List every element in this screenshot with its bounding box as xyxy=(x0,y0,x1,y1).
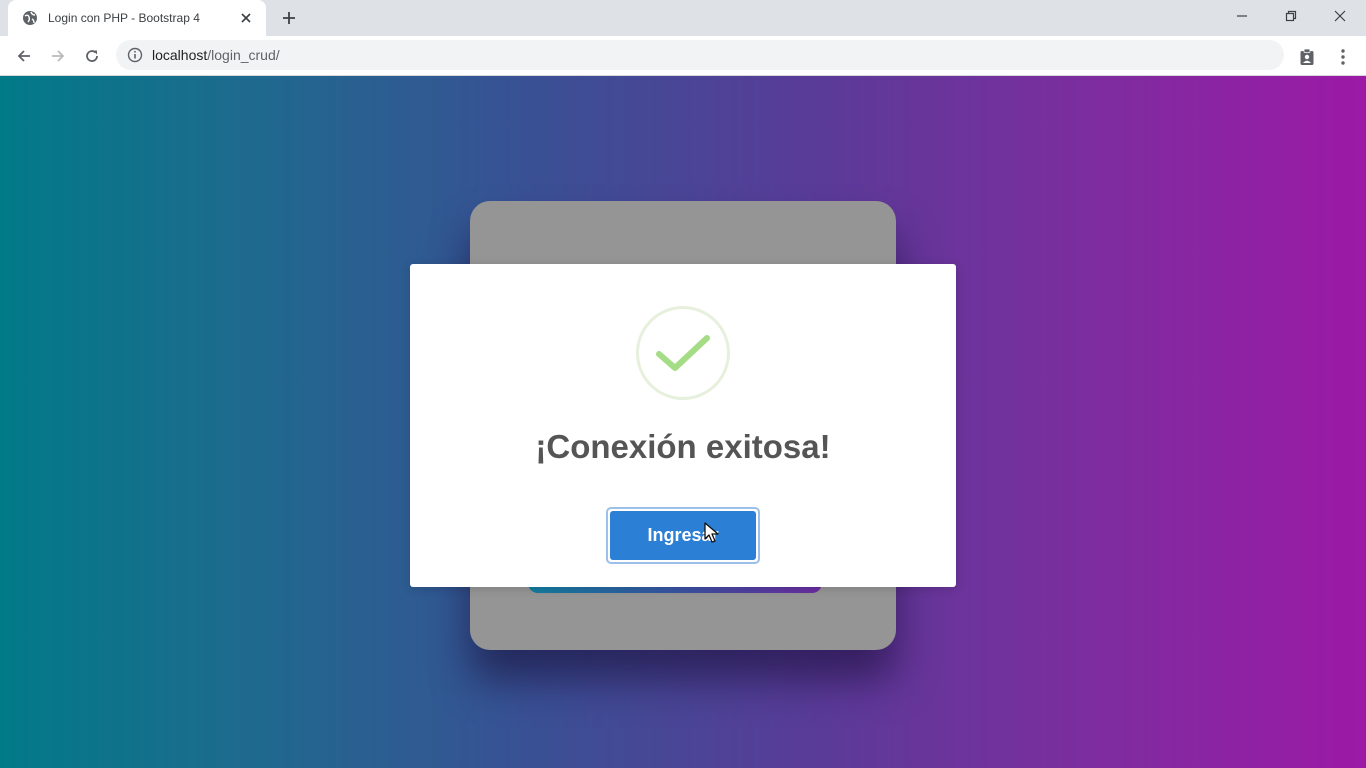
info-icon[interactable] xyxy=(126,46,144,64)
close-icon[interactable] xyxy=(236,8,256,28)
reload-icon xyxy=(86,50,98,62)
dialog-title: ¡Conexión exitosa! xyxy=(535,428,831,465)
minimize-button[interactable] xyxy=(1218,0,1266,32)
back-button[interactable] xyxy=(10,42,38,70)
close-window-button[interactable] xyxy=(1316,0,1364,32)
success-dialog: ¡Conexión exitosa! Ingresar xyxy=(410,264,956,587)
confirm-button-label: Ingresar xyxy=(610,511,756,560)
confirm-button[interactable]: Ingresar xyxy=(606,507,760,564)
url-path: /login_crud/ xyxy=(207,47,280,63)
extension-button[interactable] xyxy=(1294,44,1320,70)
restore-button[interactable] xyxy=(1267,0,1315,32)
mouse-cursor-icon xyxy=(704,522,719,543)
restore-icon xyxy=(1285,10,1297,22)
reload-button[interactable] xyxy=(78,42,106,70)
globe-icon xyxy=(22,10,38,26)
browser-tab[interactable]: Login con PHP - Bootstrap 4 xyxy=(8,0,266,36)
plus-icon xyxy=(283,12,295,24)
menu-button[interactable] xyxy=(1330,44,1356,70)
address-bar[interactable]: localhost/login_crud/ xyxy=(116,40,1284,70)
arrow-right-icon xyxy=(52,50,65,62)
checkmark-success-icon xyxy=(636,306,730,400)
page-viewport: ¡Conexión exitosa! Ingresar xyxy=(0,76,1366,768)
more-vertical-icon xyxy=(1341,49,1345,65)
arrow-left-icon xyxy=(17,50,30,62)
minimize-icon xyxy=(1237,15,1247,17)
forward-button[interactable] xyxy=(44,42,72,70)
tab-title: Login con PHP - Bootstrap 4 xyxy=(48,11,200,25)
tab-strip: Login con PHP - Bootstrap 4 xyxy=(0,0,1366,36)
new-tab-button[interactable] xyxy=(277,6,301,30)
close-icon xyxy=(1334,10,1346,22)
url-host: localhost xyxy=(152,47,208,63)
browser-toolbar: localhost/login_crud/ xyxy=(0,36,1366,76)
clipboard-user-icon xyxy=(1300,48,1314,65)
